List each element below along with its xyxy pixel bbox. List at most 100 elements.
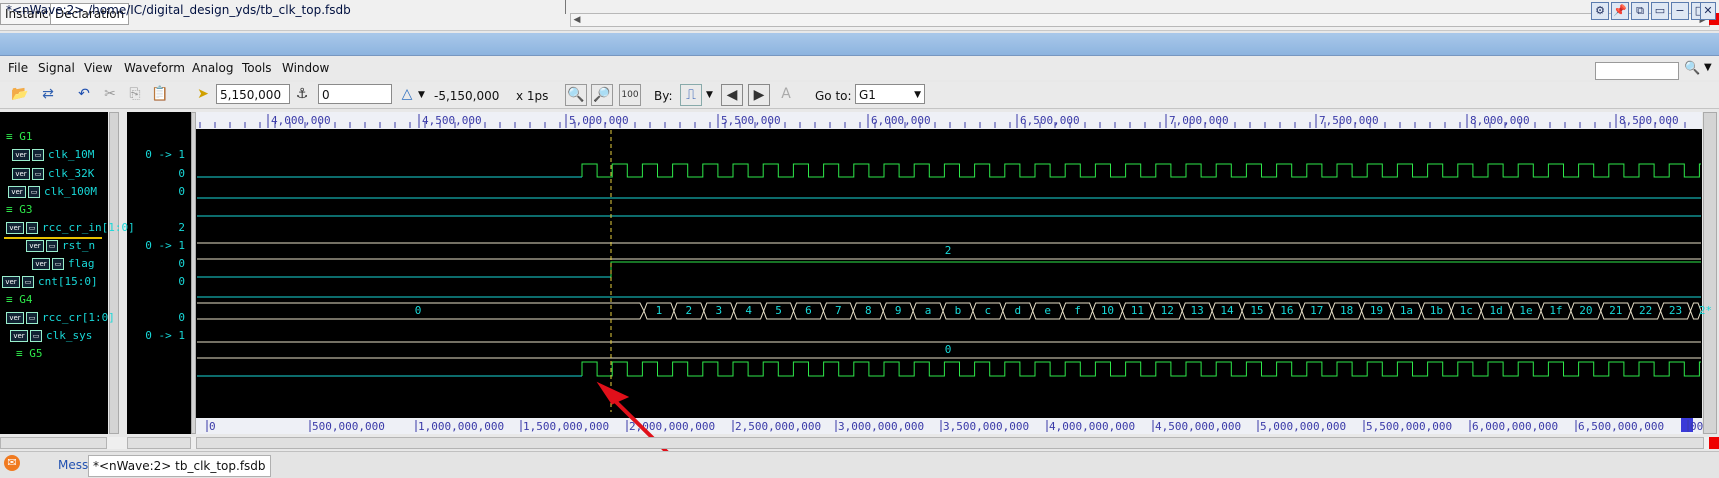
overview-tick-label: 4,000,000,000 [1049,420,1135,433]
signal-name[interactable]: rcc_cr_in[1:0] [42,221,135,234]
signal-value: 0 -> 1 [145,329,185,342]
cnt-bus-value: 2 [686,304,693,317]
time-tick-label: 4,500,000 [422,114,482,127]
signal-type-icon: ▭ [46,240,58,252]
cnt-bus-value: f [1074,304,1081,317]
cnt-bus-value: 22 [1639,304,1652,317]
annotation-arrow-head [596,381,630,405]
cnt-bus-value: 23 [1669,304,1682,317]
value-hscroll[interactable] [127,437,191,449]
signal-name[interactable]: clk_sys [46,329,92,342]
time-tick-label: 6,000,000 [871,114,931,127]
cnt-bus-value: 5 [775,304,782,317]
signal-name[interactable]: flag [68,257,95,270]
cnt-bus-value: b [955,304,962,317]
signal-value: 0 [178,275,185,288]
signal-type-icon: ▭ [26,222,38,234]
ver-badge-icon: ver [2,276,20,288]
signal-type-icon: ▭ [28,186,40,198]
overview-tick-label: 3,500,000,000 [943,420,1029,433]
ver-badge-icon: ver [12,149,30,161]
overview-tick-label: 5,000,000,000 [1260,420,1346,433]
signal-value: 0 -> 1 [145,239,185,252]
waveform-canvas: 4,000,000 4,500,000 5,000,000 5,500,000 6,00… [197,114,1712,460]
ver-badge-icon: ver [6,312,24,324]
cnt-bus-value: d [1014,304,1021,317]
cnt-bus-value: 2* [1699,304,1712,317]
signal-name[interactable]: clk_32K [48,167,94,180]
time-tick-label: 8,000,000 [1470,114,1530,127]
signal-name[interactable]: cnt[15:0] [38,275,98,288]
cnt-bus-value: 18 [1340,304,1353,317]
signal-type-icon: ▭ [26,312,38,324]
cnt-bus-value: 7 [835,304,842,317]
time-tick-label: 4,000,000 [271,114,331,127]
rcc-cr-in-bus-value: 2 [945,244,952,257]
time-tick-label: 6,500,000 [1020,114,1080,127]
overview-tick-label: 4,500,000,000 [1155,420,1241,433]
signal-value: 0 [178,311,185,324]
signal-value: 0 [178,257,185,270]
ver-badge-icon: ver [26,240,44,252]
signal-hscroll[interactable] [0,437,107,449]
cnt-bus-value: 9 [895,304,902,317]
cnt-bus-value: a [925,304,932,317]
overview-tick-label: 6,000,000,000 [1472,420,1558,433]
signal-name[interactable]: clk_10M [48,148,94,161]
signal-type-icon: ▭ [22,276,34,288]
cnt-bus-value: 8 [865,304,872,317]
red-corner-indicator-bottom [1709,437,1719,449]
overview-tick-label: 2,500,000,000 [735,420,821,433]
rcc-cr-bus-value: 0 [945,343,952,356]
ver-badge-icon: ver [6,222,24,234]
tab-nwave-label: *<nWave:2> tb_clk_top.fsdb [93,459,266,473]
clk-sys-wave-toggle [581,361,1701,377]
cnt-bus-value: 1 [656,304,663,317]
ver-badge-icon: ver [8,186,26,198]
signal-value: 2 [178,221,185,234]
cnt-bus-value: 6 [805,304,812,317]
overview-tick-label: 1,500,000,000 [523,420,609,433]
signal-value: 0 -> 1 [145,148,185,161]
message-icon[interactable]: ✉ [4,455,20,471]
signal-type-icon: ▭ [52,258,64,270]
ver-badge-icon: ver [12,168,30,180]
group-label[interactable]: ≡ G1 [6,130,33,143]
rst-n-high [610,261,1701,277]
cnt-bus-value: 14 [1220,304,1234,317]
cnt-bus-value: 21 [1609,304,1622,317]
overview-tick-label: 500,000,000 [312,420,385,433]
overview-tick-label: 6,500,000,000 [1578,420,1664,433]
cnt-bus-value: 3 [715,304,722,317]
cnt-bus-value: 1d [1490,304,1503,317]
cnt-bus-value: 1a [1400,304,1413,317]
overview-tick-label: 1,000,000,000 [418,420,504,433]
signal-type-icon: ▭ [30,330,42,342]
group-label[interactable]: ≡ G3 [6,203,33,216]
tab-nwave[interactable]: *<nWave:2> tb_clk_top.fsdb [88,455,271,477]
overview-tick-label: 0 [209,420,216,433]
clk-10m-wave-toggle [581,163,1701,178]
horizontal-scrollbar[interactable] [0,437,1719,449]
rst-n-guide [197,262,1701,277]
signal-name[interactable]: clk_100M [44,185,97,198]
signal-name[interactable]: rst_n [62,239,95,252]
cnt-bus-value: 10 [1101,304,1114,317]
group-label[interactable]: ≡ G4 [6,293,33,306]
selection-underline [4,237,102,239]
wave-hscroll[interactable] [196,437,1704,449]
cnt-bus-value: 1e [1519,304,1532,317]
cnt-bus-value: 1b [1430,304,1443,317]
cnt-bus-value: 19 [1370,304,1383,317]
cnt-bus-value: 1c [1460,304,1473,317]
signal-type-icon: ▭ [32,149,44,161]
cnt-bus-value: 13 [1191,304,1204,317]
cnt-bus-value: 12 [1161,304,1174,317]
cnt-bus-value: 15 [1250,304,1263,317]
signal-name[interactable]: rcc_cr[1:0] [42,311,115,324]
overview-tick-label: 00 [1690,420,1703,433]
group-label[interactable]: ≡ G5 [16,347,43,360]
cnt-bus-value: c [985,304,992,317]
cnt-bus-value: 11 [1131,304,1144,317]
overview-tick-label: 3,000,000,000 [838,420,924,433]
